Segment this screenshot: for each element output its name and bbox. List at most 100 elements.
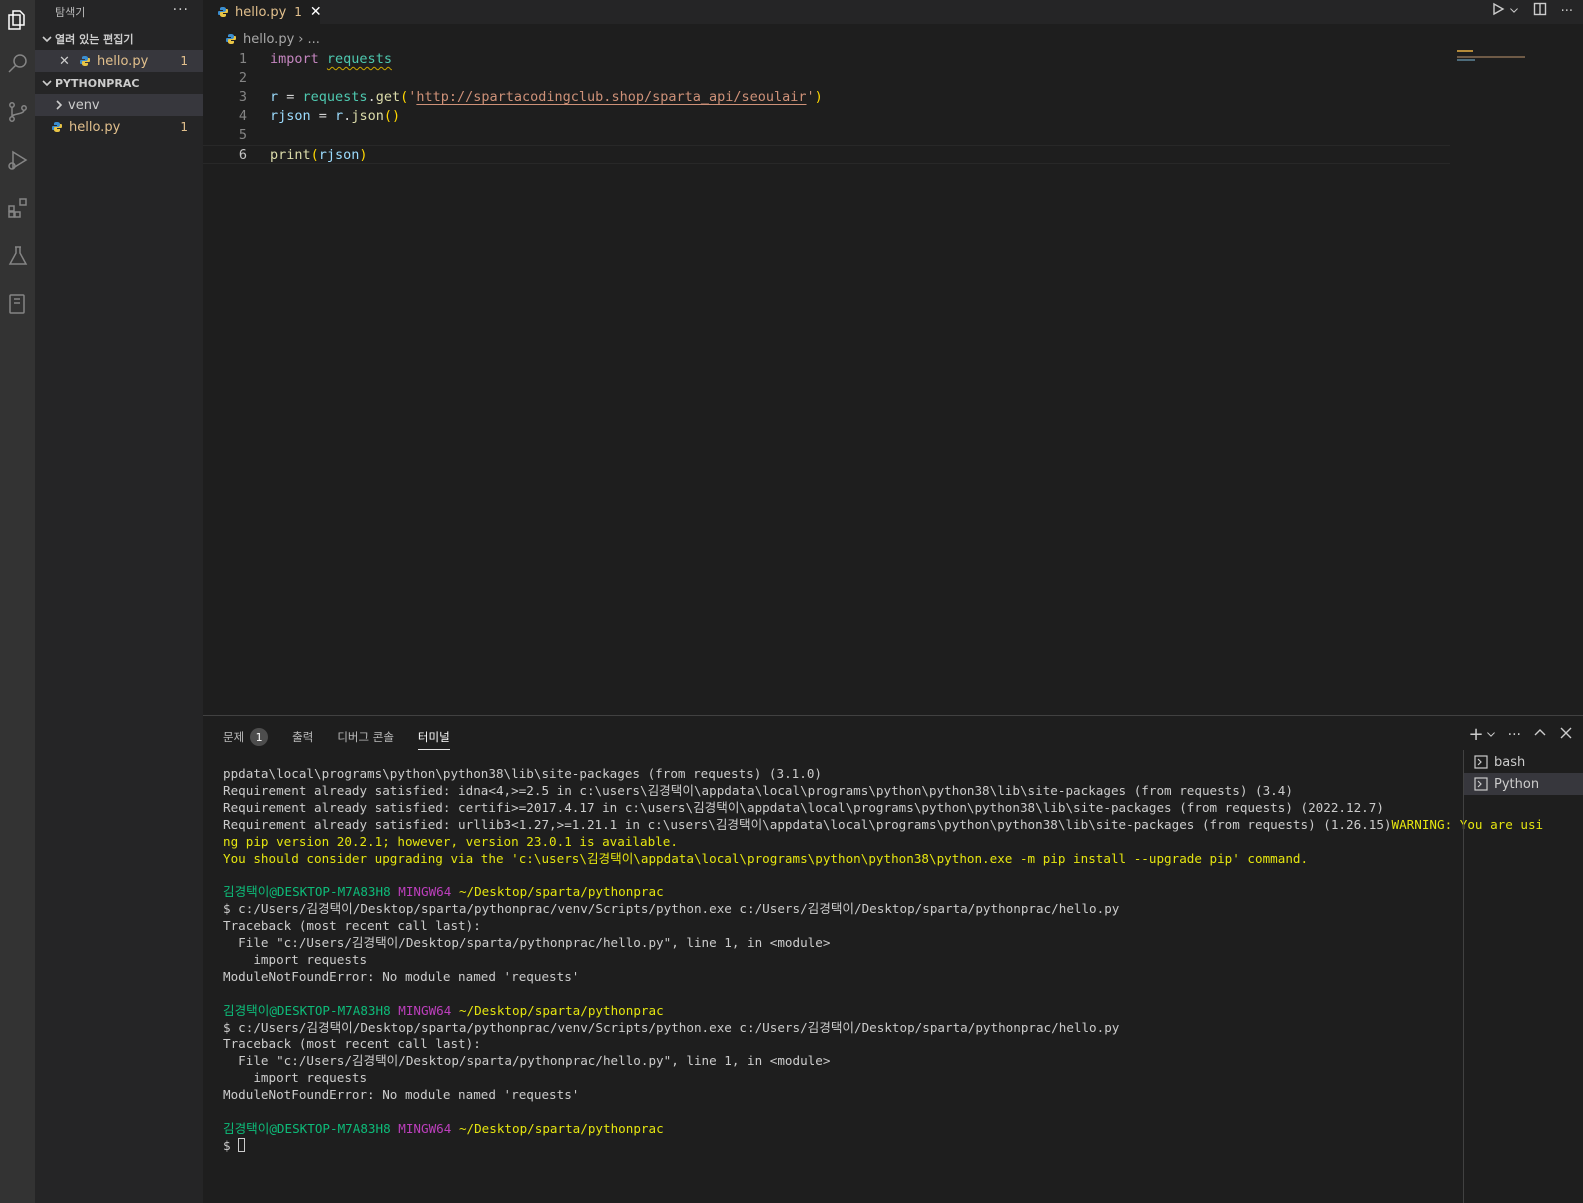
code-line: 1 import requests xyxy=(203,50,1450,69)
terminal-prompt: 김경택이@DESKTOP-M7A83H8 MINGW64 ~/Desktop/s… xyxy=(223,1121,1463,1138)
run-debug-icon[interactable] xyxy=(0,140,35,180)
terminal-text: Requirement already satisfied: urllib3<1… xyxy=(223,816,1392,832)
new-terminal-icon[interactable]: + xyxy=(1469,726,1484,744)
terminal-item-label: bash xyxy=(1494,754,1526,770)
prompt-path: ~/Desktop/sparta/pythonprac xyxy=(458,1002,664,1018)
chevron-down-icon[interactable] xyxy=(1509,4,1519,19)
prompt-user: 김경택이@DESKTOP-M7A83H8 xyxy=(223,884,391,900)
file-hello-label: hello.py xyxy=(69,119,121,135)
chevron-down-icon xyxy=(39,75,55,91)
source-control-icon[interactable] xyxy=(0,92,35,132)
terminal-item-python[interactable]: Python xyxy=(1464,773,1583,795)
terminal-line: Requirement already satisfied: urllib3<1… xyxy=(223,816,1543,834)
terminal-line: File "c:/Users/김경택이/Desktop/sparta/pytho… xyxy=(223,935,831,951)
terminal-prompt: 김경택이@DESKTOP-M7A83H8 MINGW64 ~/Desktop/s… xyxy=(223,884,1463,901)
code-line: 5 xyxy=(203,126,1450,145)
activity-bar xyxy=(0,0,35,1203)
file-hello-py[interactable]: hello.py 1 xyxy=(35,116,203,138)
code-token: r xyxy=(335,108,344,124)
terminal-prompt: 김경택이@DESKTOP-M7A83H8 MINGW64 ~/Desktop/s… xyxy=(223,1003,1463,1020)
more-actions-icon[interactable]: ··· xyxy=(1508,727,1521,743)
terminal-error: ModuleNotFoundError: No module named 're… xyxy=(223,968,580,984)
code-token-unresolved-import: requests xyxy=(326,51,392,67)
close-tab-icon[interactable]: ✕ xyxy=(310,4,322,20)
code-editor[interactable]: 1 import requests 2 3 r = requests.get('… xyxy=(203,50,1450,715)
split-editor-icon[interactable] xyxy=(1533,2,1547,20)
explorer-title: 탐색기 ··· xyxy=(35,0,203,24)
code-token: = xyxy=(278,89,303,105)
terminal-list: bash Python xyxy=(1463,750,1583,1203)
terminal-item-label: Python xyxy=(1494,776,1540,792)
terminal-output[interactable]: ppdata\local\programs\python\python38\li… xyxy=(223,766,1543,1155)
minimap[interactable] xyxy=(1457,50,1557,70)
code-token: ) xyxy=(359,147,368,163)
prompt-user: 김경택이@DESKTOP-M7A83H8 xyxy=(223,1120,391,1136)
tab-problems-label: 문제 xyxy=(223,730,245,744)
minimap-line xyxy=(1457,56,1525,58)
prompt-env: MINGW64 xyxy=(398,884,452,900)
prompt-path: ~/Desktop/sparta/pythonprac xyxy=(458,1120,664,1136)
folder-venv[interactable]: venv xyxy=(35,94,203,116)
close-icon[interactable]: ✕ xyxy=(59,54,73,69)
code-token: ( xyxy=(400,89,409,105)
explorer-sidebar: 탐색기 ··· 열려 있는 편집기 ✕ hello.py 1 PYTHONPRA… xyxy=(35,0,203,1203)
bottom-panel: 문제 1 출력 디버그 콘솔 터미널 + ··· ppdata\local\pr… xyxy=(203,715,1583,1203)
breadcrumb-symbols[interactable]: ... xyxy=(307,32,319,47)
tab-terminal[interactable]: 터미널 xyxy=(417,724,450,750)
testing-icon[interactable] xyxy=(0,236,35,276)
tab-hello-py[interactable]: hello.py 1 ✕ xyxy=(203,0,322,24)
terminal-line: import requests xyxy=(223,951,368,967)
line-number: 4 xyxy=(238,108,247,124)
code-line-current: 6 print(rjson) xyxy=(203,145,1450,164)
tab-problems[interactable]: 문제 1 xyxy=(223,724,269,750)
terminal-icon xyxy=(1474,777,1488,791)
remote-explorer-icon[interactable] xyxy=(0,284,35,324)
code-token: . xyxy=(367,89,376,105)
breadcrumb-file[interactable]: hello.py xyxy=(243,32,294,47)
python-file-icon xyxy=(225,33,237,45)
terminal-input-line[interactable]: $ xyxy=(223,1137,1463,1155)
prompt-path: ~/Desktop/sparta/pythonprac xyxy=(458,884,664,900)
code-token: print xyxy=(270,147,311,163)
chevron-down-icon[interactable] xyxy=(1486,727,1496,743)
code-token: get xyxy=(375,89,401,105)
tab-debug-console[interactable]: 디버그 콘솔 xyxy=(337,724,394,750)
explorer-icon[interactable] xyxy=(0,0,35,40)
python-file-icon xyxy=(79,55,91,67)
problems-count-badge: 1 xyxy=(250,728,269,746)
terminal-command: $ c:/Users/김경택이/Desktop/sparta/pythonpra… xyxy=(223,901,1120,917)
search-icon[interactable] xyxy=(0,44,35,84)
terminal-line: File "c:/Users/김경택이/Desktop/sparta/pytho… xyxy=(223,1053,831,1069)
open-editors-label: 열려 있는 편집기 xyxy=(55,33,134,46)
chevron-down-icon xyxy=(39,31,55,47)
minimap-line xyxy=(1457,59,1475,61)
breadcrumb-separator: › xyxy=(298,31,304,47)
more-actions-icon[interactable]: ··· xyxy=(173,2,189,18)
open-editor-filename: hello.py xyxy=(97,53,149,69)
project-section[interactable]: PYTHONPRAC xyxy=(35,72,203,94)
code-token-url[interactable]: http://spartacodingclub.shop/sparta_api/… xyxy=(416,89,806,105)
code-token: requests xyxy=(302,89,368,105)
tab-debug-console-label: 디버그 콘솔 xyxy=(337,730,394,744)
open-editors-section[interactable]: 열려 있는 편집기 xyxy=(35,28,203,50)
maximize-panel-icon[interactable] xyxy=(1533,726,1547,744)
terminal-line: import requests xyxy=(223,1070,368,1086)
terminal-cursor xyxy=(238,1137,246,1152)
folder-venv-label: venv xyxy=(68,97,100,113)
more-actions-icon[interactable]: ··· xyxy=(1561,4,1573,19)
line-number: 6 xyxy=(238,147,247,163)
extensions-icon[interactable] xyxy=(0,188,35,228)
terminal-item-bash[interactable]: bash xyxy=(1464,751,1583,773)
terminal-icon xyxy=(1474,755,1488,769)
line-number: 2 xyxy=(238,70,247,86)
tab-output[interactable]: 출력 xyxy=(292,724,313,750)
terminal-line: Traceback (most recent call last): xyxy=(223,1036,481,1052)
chevron-right-icon xyxy=(51,97,67,113)
run-python-file-icon[interactable] xyxy=(1491,2,1505,20)
code-token: r xyxy=(270,89,279,105)
open-editor-item[interactable]: ✕ hello.py 1 xyxy=(35,50,203,72)
breadcrumb: hello.py › ... xyxy=(203,28,320,50)
tab-label: hello.py xyxy=(235,4,287,20)
close-panel-icon[interactable] xyxy=(1559,726,1573,744)
code-token: ' xyxy=(806,89,815,105)
